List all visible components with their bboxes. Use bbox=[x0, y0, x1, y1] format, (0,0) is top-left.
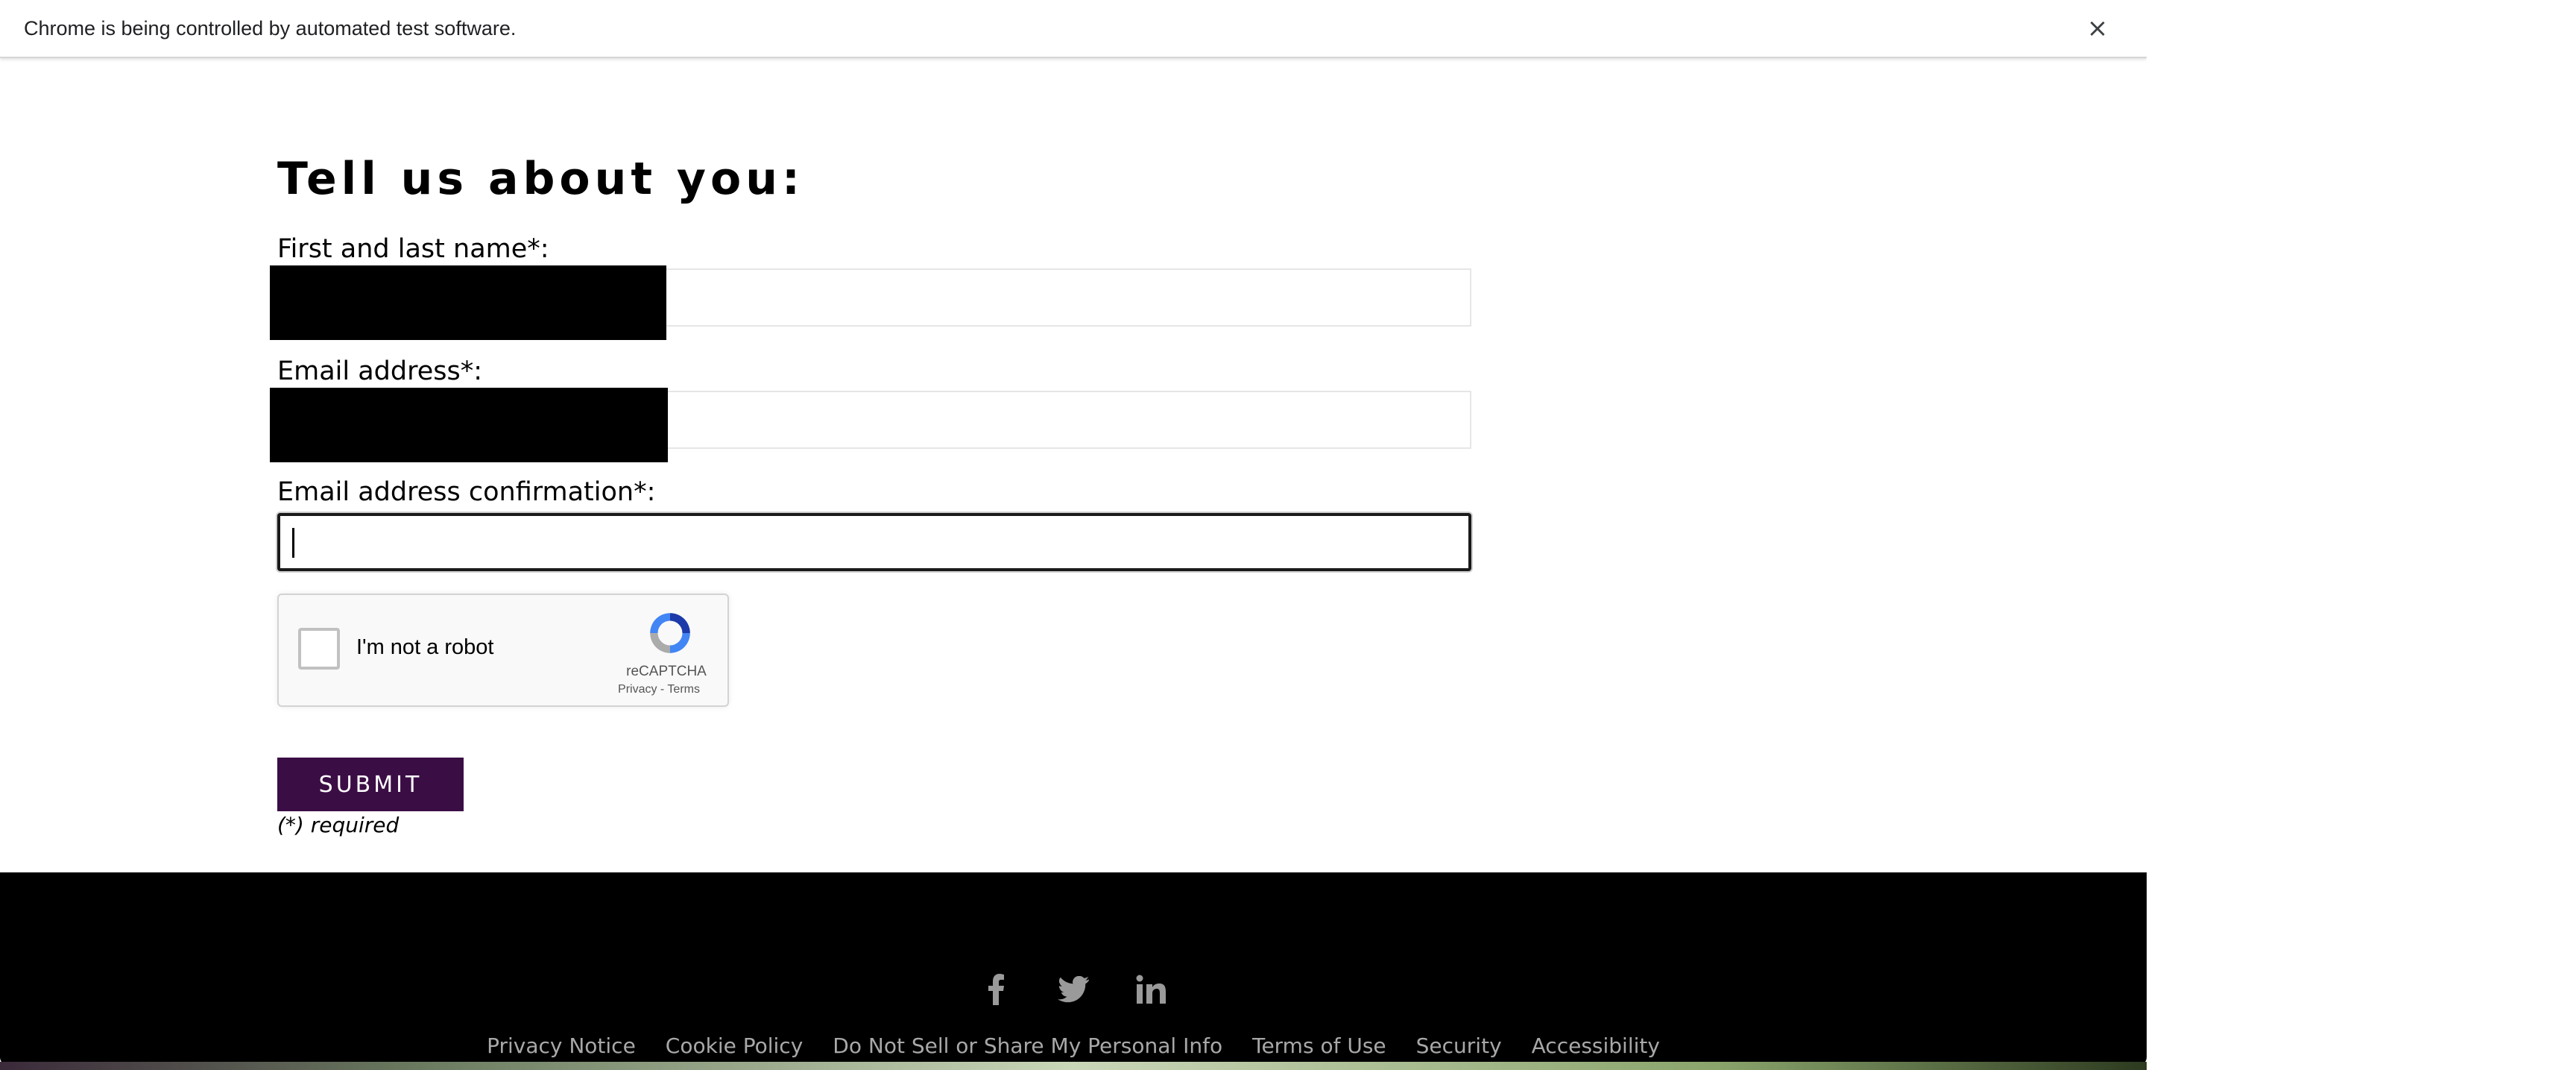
recaptcha-label: I'm not a robot bbox=[356, 635, 494, 659]
contact-form: Tell us about you: First and last name*:… bbox=[270, 149, 1471, 837]
redaction-block bbox=[270, 388, 668, 462]
recaptcha-logo-icon bbox=[650, 613, 690, 653]
blank-area bbox=[2147, 0, 2576, 1070]
recaptcha-links[interactable]: Privacy - Terms bbox=[607, 683, 711, 696]
email-label: Email address*: bbox=[277, 356, 483, 386]
footer-link-privacy-notice[interactable]: Privacy Notice bbox=[487, 1033, 636, 1058]
automation-infobar: Chrome is being controlled by automated … bbox=[0, 0, 2147, 58]
recaptcha-checkbox[interactable] bbox=[298, 628, 340, 670]
email-confirm-label: Email address confirmation*: bbox=[277, 477, 656, 507]
redaction-block bbox=[270, 265, 666, 340]
twitter-icon[interactable] bbox=[1058, 974, 1089, 1005]
social-links bbox=[0, 974, 2147, 1005]
linkedin-icon[interactable] bbox=[1135, 974, 1167, 1005]
page-viewport: Chrome is being controlled by automated … bbox=[0, 0, 2147, 1070]
footer-link-security[interactable]: Security bbox=[1416, 1033, 1502, 1058]
page-title: Tell us about you: bbox=[277, 153, 804, 205]
footer-links: Privacy Notice Cookie Policy Do Not Sell… bbox=[0, 1033, 2147, 1058]
background-image-strip bbox=[0, 1062, 2147, 1070]
facebook-icon[interactable] bbox=[980, 974, 1011, 1005]
footer-link-do-not-sell[interactable]: Do Not Sell or Share My Personal Info bbox=[833, 1033, 1222, 1058]
name-label: First and last name*: bbox=[277, 234, 549, 264]
required-note: (*) required bbox=[277, 813, 400, 837]
submit-button[interactable]: SUBMIT bbox=[277, 758, 464, 811]
close-icon[interactable]: × bbox=[2081, 12, 2114, 45]
recaptcha-brand: reCAPTCHA bbox=[626, 664, 707, 679]
infobar-message: Chrome is being controlled by automated … bbox=[24, 16, 517, 40]
footer-link-accessibility[interactable]: Accessibility bbox=[1532, 1033, 1660, 1058]
footer-link-cookie-policy[interactable]: Cookie Policy bbox=[666, 1033, 803, 1058]
recaptcha-widget: I'm not a robot reCAPTCHA Privacy - Term… bbox=[277, 594, 729, 707]
footer-link-terms-of-use[interactable]: Terms of Use bbox=[1252, 1033, 1386, 1058]
text-caret bbox=[292, 528, 294, 558]
email-confirm-field[interactable] bbox=[277, 513, 1471, 571]
